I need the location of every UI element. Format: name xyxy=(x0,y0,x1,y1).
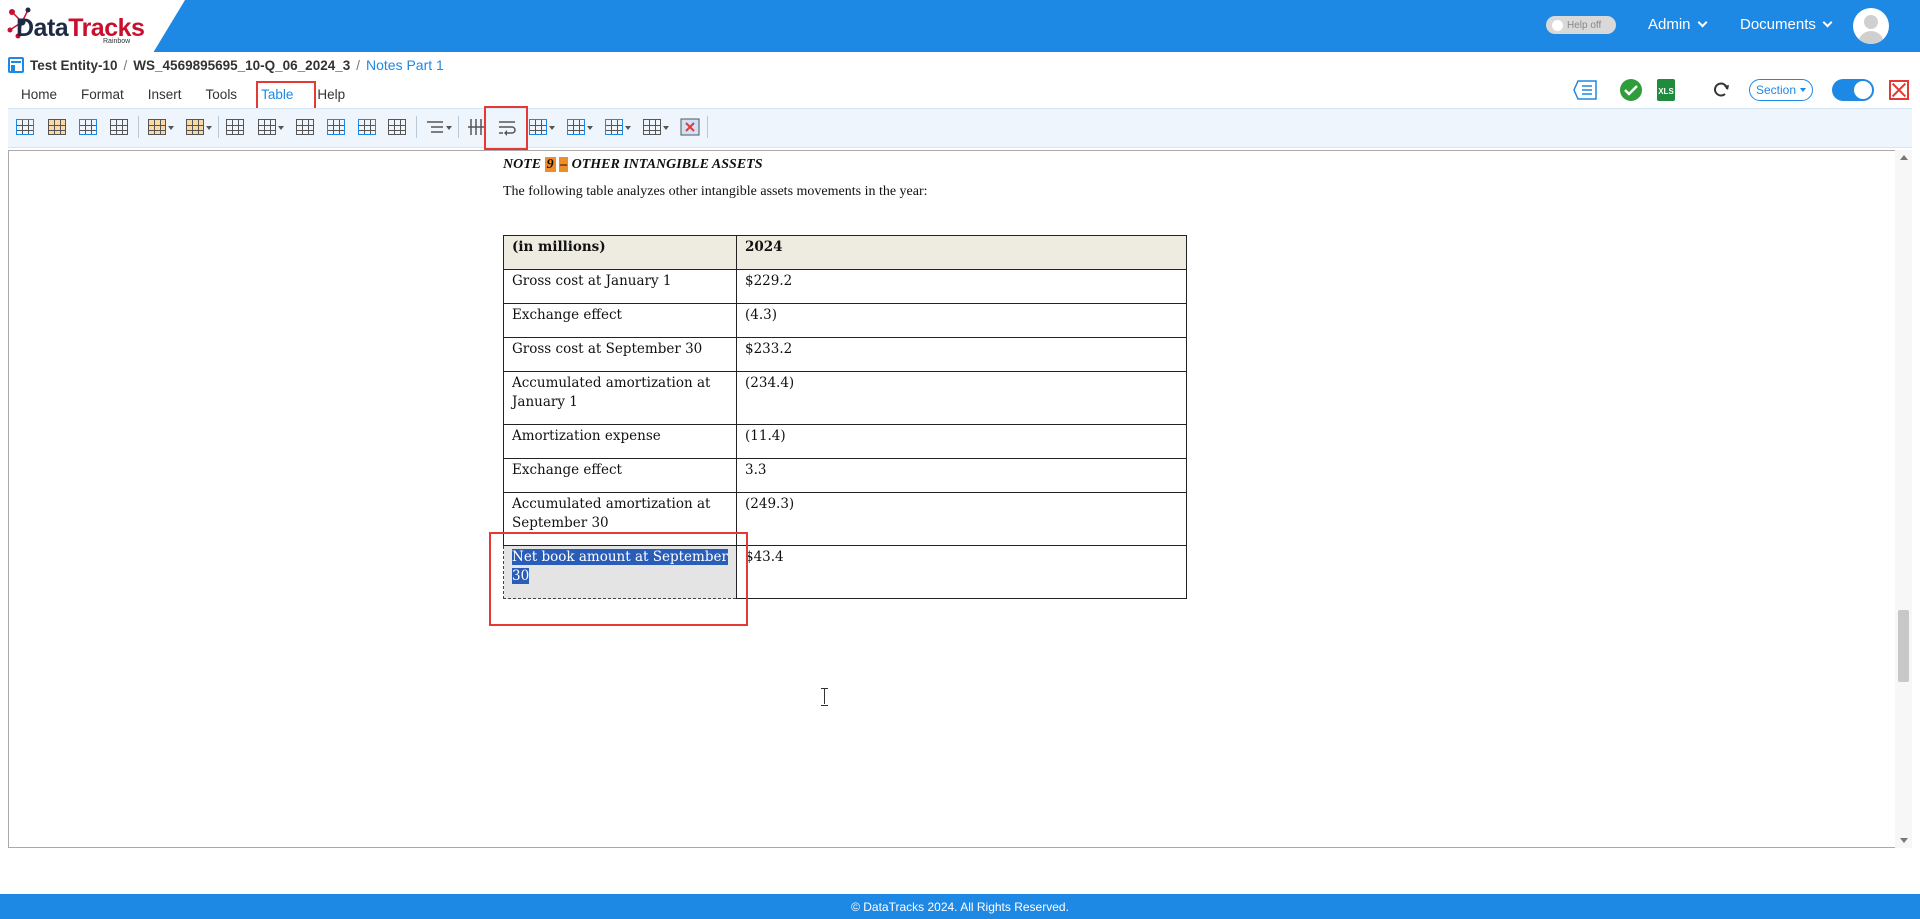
documents-menu-label: Documents xyxy=(1740,16,1816,33)
table-cell[interactable]: $229.2 xyxy=(736,269,1187,304)
cell-alignment-icon[interactable] xyxy=(527,117,555,137)
insert-table-icon[interactable] xyxy=(14,117,36,137)
scroll-up-icon[interactable] xyxy=(1900,155,1908,160)
table-row: Gross cost at September 30 $233.2 xyxy=(503,337,1187,372)
text-cursor-icon xyxy=(820,688,829,706)
avatar-body xyxy=(1858,31,1884,44)
breadcrumb: Test Entity-10 / WS_4569895695_10-Q_06_2… xyxy=(8,57,444,73)
text-wrap-highlight xyxy=(484,106,528,150)
footer-text: © DataTracks 2024. All Rights Reserved. xyxy=(851,899,1069,914)
refresh-icon[interactable] xyxy=(1708,78,1734,102)
note-intro[interactable]: The following table analyzes other intan… xyxy=(503,184,928,200)
cell-borders-icon[interactable] xyxy=(224,117,246,137)
note-title-text: OTHER INTANGIBLE ASSETS xyxy=(571,157,763,172)
table-row: Accumulated amortization at January 1 (2… xyxy=(503,371,1187,425)
breadcrumb-entity[interactable]: Test Entity-10 xyxy=(30,58,118,73)
avatar-head xyxy=(1864,15,1878,29)
logo-brand-main: Data xyxy=(16,14,69,42)
table-row: Gross cost at January 1 $229.2 xyxy=(503,269,1187,304)
table-cell[interactable]: Amortization expense xyxy=(503,424,737,459)
close-icon[interactable] xyxy=(1889,80,1909,100)
table-cell[interactable]: (234.4) xyxy=(736,371,1187,425)
breadcrumb-workspace[interactable]: WS_4569895695_10-Q_06_2024_3 xyxy=(133,58,350,73)
note-number: 9 xyxy=(544,157,556,172)
tab-home[interactable]: Home xyxy=(12,84,66,105)
toggle-knob-icon xyxy=(1552,19,1563,31)
table-cell[interactable]: Accumulated amortization at January 1 xyxy=(503,371,737,425)
section-dropdown[interactable]: Section xyxy=(1749,79,1813,101)
table-row: Exchange effect (4.3) xyxy=(503,303,1187,338)
cell-shading-icon[interactable] xyxy=(256,117,284,137)
chevron-down-icon xyxy=(1822,17,1833,28)
logo-subtitle: Rainbow xyxy=(103,38,131,45)
tab-format[interactable]: Format xyxy=(72,84,133,105)
check-badge-icon[interactable] xyxy=(1618,78,1644,102)
distribute-columns-icon[interactable] xyxy=(386,117,408,137)
vertical-scrollbar[interactable] xyxy=(1895,150,1912,848)
delete-table-icon[interactable] xyxy=(679,117,701,137)
table-row: Amortization expense (11.4) xyxy=(503,424,1187,459)
insert-cells-icon[interactable] xyxy=(325,117,347,137)
logo[interactable]: DataTracks Rainbow xyxy=(0,0,185,52)
insert-table-above-icon[interactable] xyxy=(77,117,99,137)
delete-cells-icon[interactable] xyxy=(294,117,316,137)
numbering-icon[interactable] xyxy=(424,117,452,137)
ribbon-divider xyxy=(707,116,708,138)
table-style-icon[interactable] xyxy=(46,117,68,137)
ribbon-divider xyxy=(218,116,219,138)
split-table-icon[interactable] xyxy=(603,117,631,137)
table-properties-icon[interactable] xyxy=(565,117,593,137)
table-cell[interactable]: (249.3) xyxy=(736,492,1187,546)
help-toggle-label: Help off xyxy=(1567,19,1602,31)
table-cell[interactable]: 2024 xyxy=(736,235,1187,270)
tab-insert[interactable]: Insert xyxy=(139,84,191,105)
selected-cell-highlight xyxy=(489,532,748,626)
ribbon-divider xyxy=(416,116,417,138)
table-grid-icon[interactable] xyxy=(108,117,130,137)
breadcrumb-section[interactable]: Notes Part 1 xyxy=(366,57,444,73)
note-title-prefix: NOTE xyxy=(503,157,542,172)
breadcrumb-separator: / xyxy=(356,57,360,73)
xls-export-icon[interactable]: XLS xyxy=(1653,78,1679,102)
column-width-icon[interactable] xyxy=(641,117,669,137)
scroll-down-icon[interactable] xyxy=(1900,838,1908,843)
documents-menu[interactable]: Documents xyxy=(1740,16,1833,33)
document-icon xyxy=(8,57,24,73)
column-options-icon[interactable] xyxy=(184,117,212,137)
note-title[interactable]: NOTE 9 – OTHER INTANGIBLE ASSETS xyxy=(503,157,763,173)
help-toggle[interactable]: Help off xyxy=(1546,16,1616,34)
merge-cells-icon[interactable] xyxy=(356,117,378,137)
table-cell[interactable]: Exchange effect xyxy=(503,458,737,493)
avatar[interactable] xyxy=(1853,8,1889,44)
table-row: Exchange effect 3.3 xyxy=(503,458,1187,493)
scroll-thumb[interactable] xyxy=(1898,610,1909,682)
table-cell[interactable]: (11.4) xyxy=(736,424,1187,459)
table-cell[interactable]: Exchange effect xyxy=(503,303,737,338)
ribbon-divider xyxy=(458,116,459,138)
table-cell[interactable]: $43.4 xyxy=(736,545,1187,599)
table-cell[interactable]: (4.3) xyxy=(736,303,1187,338)
row-options-icon[interactable] xyxy=(146,117,174,137)
svg-text:XLS: XLS xyxy=(1658,87,1674,96)
top-bar: DataTracks Rainbow Help off Admin Docume… xyxy=(0,0,1920,52)
footer: © DataTracks 2024. All Rights Reserved. xyxy=(0,894,1920,919)
toggle-knob xyxy=(1854,81,1872,99)
table-cell[interactable]: Gross cost at January 1 xyxy=(503,269,737,304)
ribbon-divider xyxy=(138,116,139,138)
breadcrumb-separator: / xyxy=(123,57,128,73)
outline-list-icon[interactable] xyxy=(1573,78,1599,102)
note-dash: – xyxy=(559,157,569,172)
table-header-row: (in millions) 2024 xyxy=(503,235,1187,270)
chevron-down-icon xyxy=(1697,17,1707,28)
table-cell[interactable]: $233.2 xyxy=(736,337,1187,372)
table-cell[interactable]: 3.3 xyxy=(736,458,1187,493)
table-cell[interactable]: Gross cost at September 30 xyxy=(503,337,737,372)
admin-menu-label: Admin xyxy=(1648,16,1691,33)
tab-tools[interactable]: Tools xyxy=(197,84,247,105)
admin-menu[interactable]: Admin xyxy=(1648,16,1707,33)
caret-down-icon xyxy=(1800,88,1807,92)
section-dropdown-label: Section xyxy=(1755,83,1797,97)
toggle-switch[interactable] xyxy=(1832,79,1874,101)
table-cell[interactable]: (in millions) xyxy=(503,235,737,270)
